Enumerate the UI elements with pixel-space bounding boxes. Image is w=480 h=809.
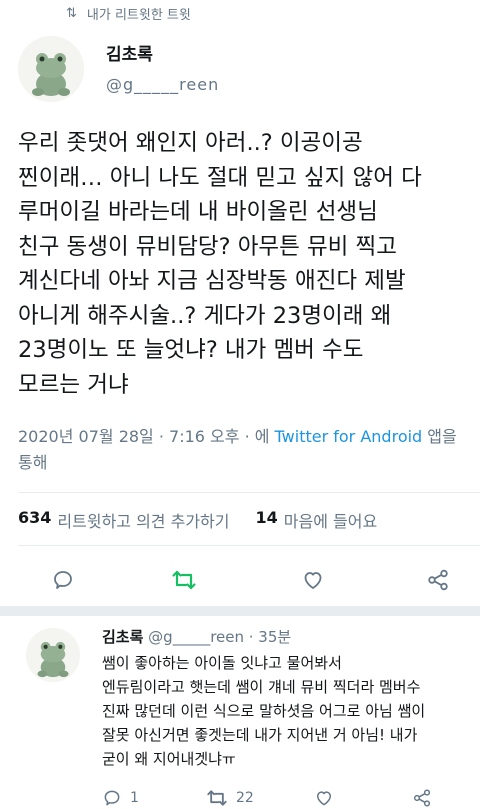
tweet-stats: 634 리트윗하고 의견 추가하기 14 마음에 들어요 [18,508,377,532]
reply-retweet-count: 22 [236,790,254,806]
reply-reply-count: 1 [130,790,139,806]
reply-display-name[interactable]: 김초록 [102,628,143,646]
share-button[interactable] [418,560,458,600]
like-stat[interactable]: 14 마음에 들어요 [256,508,378,532]
thread-separator [0,606,480,616]
comment-icon [104,790,120,806]
retweet-label: 리트윗하고 의견 추가하기 [57,512,230,531]
tweet-author[interactable]: 김초록 @g_____reen [18,36,219,102]
reply-reply-button[interactable]: 1 [102,788,139,808]
reply-handle-time: @g_____reen · 35분 [143,628,292,646]
reply-avatar[interactable] [26,628,80,682]
like-label: 마음에 들어요 [283,512,378,531]
like-count: 14 [255,508,278,527]
heart-icon [304,572,322,589]
retweet-count: 634 [18,508,52,527]
tweet-source-link[interactable]: Twitter for Android [275,427,423,446]
share-icon [413,789,431,807]
retweet-icon [172,570,196,590]
heart-icon [317,791,331,806]
reply-retweet-button[interactable]: 22 [206,788,254,808]
retweet-mini-icon: ⇅ [66,5,77,21]
reply-like-button[interactable] [314,788,334,808]
retweet-banner-text: 내가 리트윗한 트윗 [86,7,191,23]
comment-icon [54,571,72,589]
reply-actions: 1 22 [102,788,480,809]
reply-share-button[interactable] [412,788,432,808]
tweet-actions [0,560,480,600]
retweet-stat[interactable]: 634 리트윗하고 의견 추가하기 [18,508,230,532]
share-icon [428,569,448,591]
retweet-icon [207,790,227,806]
author-handle[interactable]: @g_____reen [106,75,219,94]
avatar[interactable] [18,36,84,102]
reply-text: 쌤이 좋아하는 아이돌 잇냐고 물어봐서 엔듀림이라고 햇는데 쌤이 걔네 뮤비… [102,654,426,768]
author-display-name[interactable]: 김초록 [106,40,219,65]
frog-plush-icon [18,36,84,102]
like-button[interactable] [293,560,333,600]
retweet-banner: ⇅ 내가 리트윗한 트윗 [66,4,191,23]
divider [18,492,480,493]
reply-header[interactable]: 김초록 @g_____reen · 35분 [102,626,291,647]
tweet-text: 우리 좃댓어 왜인지 아러..? 이공이공 찐이래… 아니 나도 절대 믿고 싶… [18,130,422,398]
divider [18,545,480,546]
tweet-meta: 2020년 07월 28일 · 7:16 오후 · 에 Twitter for … [18,424,480,476]
reply-button[interactable] [43,560,83,600]
retweet-button[interactable] [164,560,204,600]
frog-plush-icon [26,628,80,682]
tweet-date: 2020년 07월 28일 · 7:16 오후 · 에 [18,427,275,446]
